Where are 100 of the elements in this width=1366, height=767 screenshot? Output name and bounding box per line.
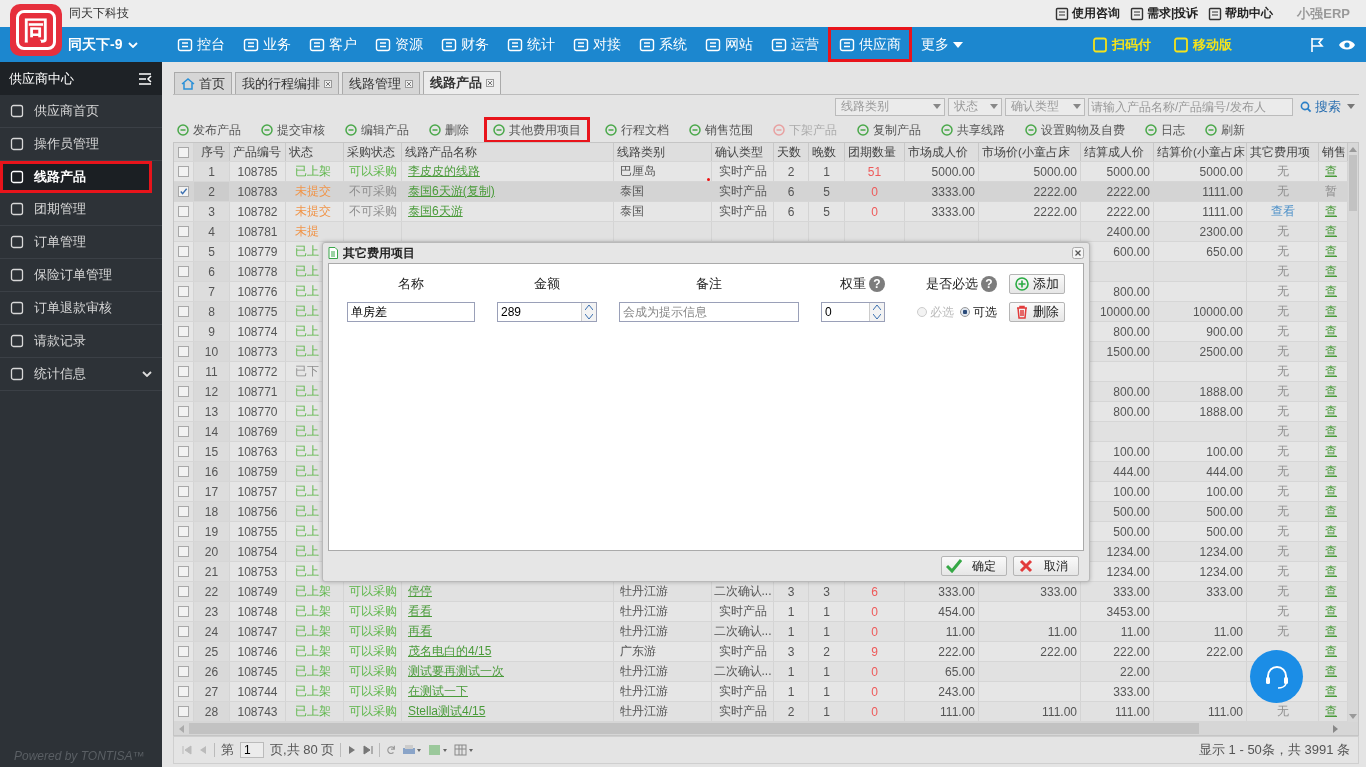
view-link[interactable]: 查 bbox=[1325, 603, 1337, 620]
column-header[interactable]: 采购状态 bbox=[347, 144, 395, 160]
previous-page-icon[interactable] bbox=[198, 745, 208, 755]
checkbox[interactable] bbox=[178, 326, 189, 337]
tab[interactable]: 线路产品 bbox=[423, 71, 501, 94]
view-link[interactable]: 查 bbox=[1325, 203, 1337, 220]
product-link[interactable]: 茂名电白的4/15 bbox=[408, 643, 492, 660]
top-link[interactable]: 使用咨询 bbox=[1054, 5, 1120, 22]
column-header[interactable]: 天数 bbox=[777, 144, 801, 160]
toolbar-button[interactable]: 刷新 bbox=[1201, 118, 1249, 142]
filter-dropdown[interactable]: 线路类别 bbox=[835, 97, 945, 116]
checkbox[interactable] bbox=[178, 606, 189, 617]
checkbox[interactable] bbox=[178, 406, 189, 417]
checkbox[interactable] bbox=[178, 386, 189, 397]
product-link[interactable]: 停停 bbox=[408, 583, 432, 600]
view-link[interactable]: 查 bbox=[1325, 623, 1337, 640]
column-header[interactable]: 结算价(小童占床 bbox=[1157, 144, 1245, 160]
spin-down-icon[interactable] bbox=[585, 314, 593, 319]
checkbox[interactable] bbox=[178, 686, 189, 697]
product-link[interactable]: Stella测试4/15 bbox=[408, 703, 486, 720]
sidebar-item[interactable]: 请款记录 bbox=[0, 325, 162, 358]
checkbox[interactable] bbox=[178, 526, 189, 537]
product-link[interactable]: 看看 bbox=[408, 603, 432, 620]
nav-item[interactable]: 网站 bbox=[696, 27, 762, 62]
view-link[interactable]: 查 bbox=[1325, 423, 1337, 440]
view-link[interactable]: 查 bbox=[1325, 463, 1337, 480]
nav-link[interactable]: 移动版 bbox=[1173, 35, 1232, 54]
filter-dropdown[interactable]: 状态 bbox=[948, 97, 1002, 116]
column-header[interactable]: 市场价(小童占床 bbox=[982, 144, 1070, 160]
help-icon[interactable]: ? bbox=[981, 276, 997, 292]
checkbox[interactable] bbox=[178, 346, 189, 357]
column-header[interactable]: 线路类别 bbox=[617, 144, 665, 160]
nav-item[interactable]: 对接 bbox=[564, 27, 630, 62]
nav-item[interactable]: 财务 bbox=[432, 27, 498, 62]
view-link[interactable]: 查 bbox=[1325, 683, 1337, 700]
checkbox[interactable] bbox=[178, 466, 189, 477]
flag-icon[interactable] bbox=[1310, 36, 1324, 53]
sidebar-item[interactable]: 供应商首页 bbox=[0, 95, 162, 128]
product-link[interactable]: 泰国6天游(复制) bbox=[408, 183, 495, 200]
horizontal-scrollbar[interactable] bbox=[173, 722, 1359, 736]
column-header[interactable]: 产品编号 bbox=[233, 144, 281, 160]
view-link[interactable]: 查 bbox=[1325, 443, 1337, 460]
close-icon[interactable] bbox=[486, 79, 494, 87]
nav-item[interactable]: 业务 bbox=[234, 27, 300, 62]
view-link[interactable]: 查 bbox=[1325, 503, 1337, 520]
page-field[interactable]: 1 bbox=[240, 742, 264, 758]
column-header[interactable]: 结算成人价 bbox=[1084, 144, 1144, 160]
toolbar-button[interactable]: 设置购物及自费 bbox=[1021, 118, 1129, 142]
checkbox[interactable] bbox=[178, 486, 189, 497]
checkbox[interactable] bbox=[178, 446, 189, 457]
toolbar-button[interactable]: 提交审核 bbox=[257, 118, 329, 142]
column-header[interactable]: 其它费用项 bbox=[1250, 144, 1310, 160]
checkbox[interactable] bbox=[178, 266, 189, 277]
view-link[interactable]: 查 bbox=[1325, 483, 1337, 500]
checkbox[interactable] bbox=[178, 366, 189, 377]
nav-item[interactable]: 统计 bbox=[498, 27, 564, 62]
column-header[interactable]: 状态 bbox=[289, 144, 313, 160]
sidebar-item[interactable]: 团期管理 bbox=[0, 193, 162, 226]
view-link[interactable]: 查 bbox=[1325, 383, 1337, 400]
checkbox[interactable] bbox=[178, 666, 189, 677]
checkbox[interactable] bbox=[178, 226, 189, 237]
view-link[interactable]: 查 bbox=[1325, 223, 1337, 240]
toolbar-button[interactable]: 共享线路 bbox=[937, 118, 1009, 142]
checkbox[interactable] bbox=[178, 146, 189, 158]
view-link[interactable]: 查 bbox=[1325, 543, 1337, 560]
sidebar-item[interactable]: 订单退款审核 bbox=[0, 292, 162, 325]
delete-button[interactable]: 删除 bbox=[1009, 302, 1065, 322]
spin-down-icon[interactable] bbox=[873, 314, 881, 319]
column-header[interactable]: 确认类型 bbox=[715, 144, 763, 160]
checkbox[interactable] bbox=[178, 626, 189, 637]
name-field[interactable]: 单房差 bbox=[347, 302, 475, 322]
view-link[interactable]: 查看 bbox=[1270, 203, 1295, 220]
nav-item[interactable]: 运营 bbox=[762, 27, 828, 62]
checkbox[interactable] bbox=[178, 166, 189, 177]
nav-item[interactable]: 供应商 bbox=[828, 27, 912, 62]
view-link[interactable]: 查 bbox=[1325, 303, 1337, 320]
product-link[interactable]: 再看 bbox=[408, 623, 432, 640]
toolbar-button[interactable]: 编辑产品 bbox=[341, 118, 413, 142]
view-link[interactable]: 查 bbox=[1325, 323, 1337, 340]
close-icon[interactable] bbox=[405, 79, 413, 88]
checkbox[interactable] bbox=[178, 566, 189, 577]
sidebar-item[interactable]: 订单管理 bbox=[0, 226, 162, 259]
view-link[interactable]: 查 bbox=[1325, 343, 1337, 360]
checkbox[interactable] bbox=[178, 306, 189, 317]
column-header[interactable]: 销售 bbox=[1322, 144, 1346, 160]
sidebar-item[interactable]: 统计信息 bbox=[0, 358, 162, 391]
scroll-right-icon[interactable] bbox=[1333, 724, 1338, 733]
checkbox[interactable] bbox=[178, 206, 189, 217]
toolbar-button[interactable]: 行程文档 bbox=[601, 118, 673, 142]
collapse-icon[interactable] bbox=[138, 72, 152, 85]
printer-icon[interactable] bbox=[402, 744, 423, 756]
sidebar-item[interactable]: 线路产品 bbox=[0, 161, 152, 193]
refresh-icon[interactable] bbox=[386, 745, 397, 755]
first-page-icon[interactable] bbox=[182, 745, 192, 755]
cancel-button[interactable]: 取消 bbox=[1013, 556, 1079, 576]
top-link[interactable]: 帮助中心 bbox=[1208, 5, 1274, 22]
view-link[interactable]: 查 bbox=[1325, 283, 1337, 300]
checkbox[interactable] bbox=[178, 506, 189, 517]
tab[interactable]: 线路管理 bbox=[342, 72, 420, 94]
checkbox[interactable] bbox=[178, 186, 189, 197]
